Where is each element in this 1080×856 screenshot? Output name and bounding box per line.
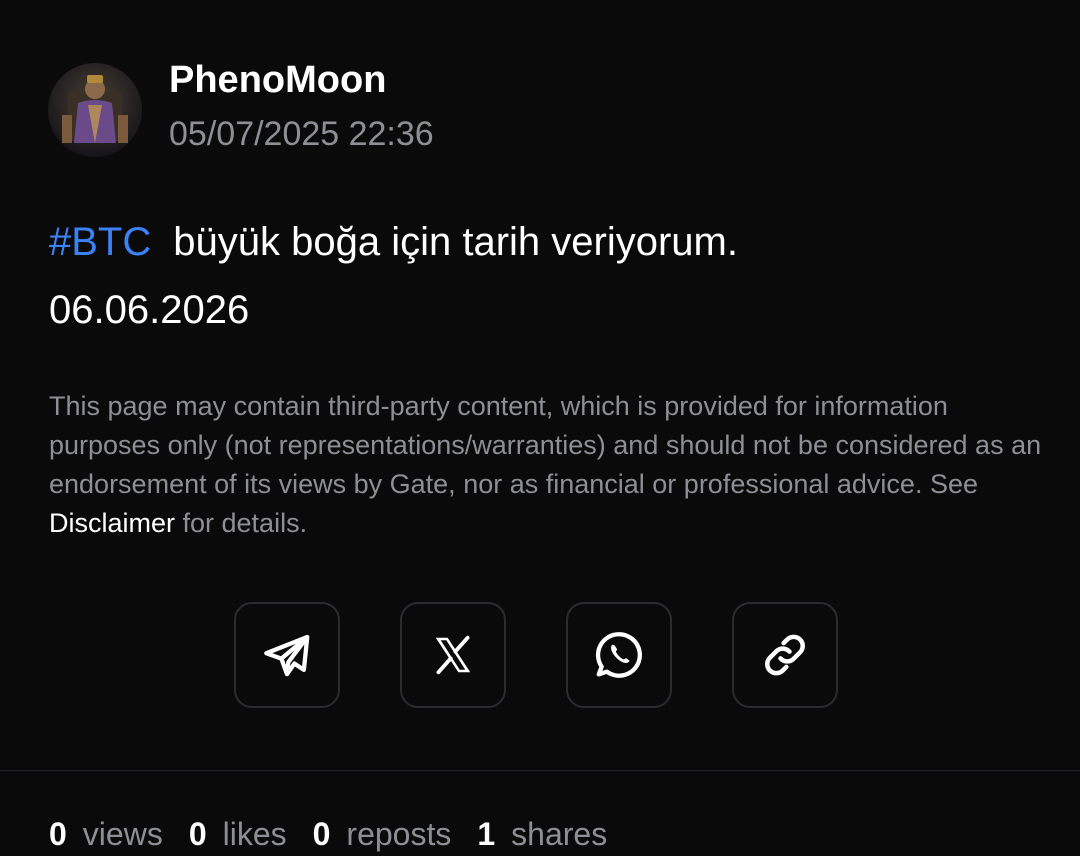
reposts-label: reposts: [346, 816, 452, 852]
share-whatsapp-button[interactable]: [566, 602, 672, 708]
hashtag-link[interactable]: #BTC: [49, 220, 151, 264]
shares-label: shares: [511, 816, 608, 852]
post-timestamp: 05/07/2025 22:36: [169, 115, 434, 153]
post-line-1: #BTC büyük boğa için tarih veriyorum.: [49, 208, 1039, 276]
share-buttons: [234, 602, 838, 708]
post-header: PhenoMoon 05/07/2025 22:36: [48, 59, 434, 157]
likes-label: likes: [222, 816, 287, 852]
avatar-image: [48, 63, 142, 157]
post-content: #BTC büyük boğa için tarih veriyorum. 06.…: [49, 208, 1039, 344]
disclaimer-link[interactable]: Disclaimer: [49, 508, 175, 538]
shares-count: 1: [477, 816, 496, 852]
share-x-button[interactable]: [400, 602, 506, 708]
author-meta: PhenoMoon 05/07/2025 22:36: [169, 59, 434, 156]
post-line-2: 06.06.2026: [49, 288, 250, 332]
link-icon: [765, 634, 805, 676]
disclaimer-text: This page may contain third-party conten…: [49, 387, 1044, 543]
stat-likes[interactable]: 0 likes: [189, 812, 287, 856]
copy-link-button[interactable]: [732, 602, 838, 708]
stat-shares[interactable]: 1 shares: [477, 812, 607, 856]
post-text: büyük boğa için tarih veriyorum.: [173, 220, 738, 264]
stat-reposts[interactable]: 0 reposts: [313, 812, 452, 856]
avatar[interactable]: [48, 63, 142, 157]
telegram-icon: [264, 634, 310, 677]
disclaimer-suffix: for details.: [175, 508, 308, 538]
views-label: views: [82, 816, 163, 852]
x-icon: [435, 635, 471, 675]
post-stats: 0 views 0 likes 0 reposts 1 shares: [49, 812, 633, 856]
whatsapp-icon: [595, 632, 642, 678]
divider: [0, 770, 1080, 771]
stat-views: 0 views: [49, 812, 163, 856]
views-count: 0: [49, 816, 67, 852]
likes-count: 0: [188, 816, 207, 852]
reposts-count: 0: [312, 816, 331, 852]
author-name[interactable]: PhenoMoon: [169, 58, 434, 102]
disclaimer-body: This page may contain third-party conten…: [49, 391, 1042, 499]
share-telegram-button[interactable]: [234, 602, 340, 708]
